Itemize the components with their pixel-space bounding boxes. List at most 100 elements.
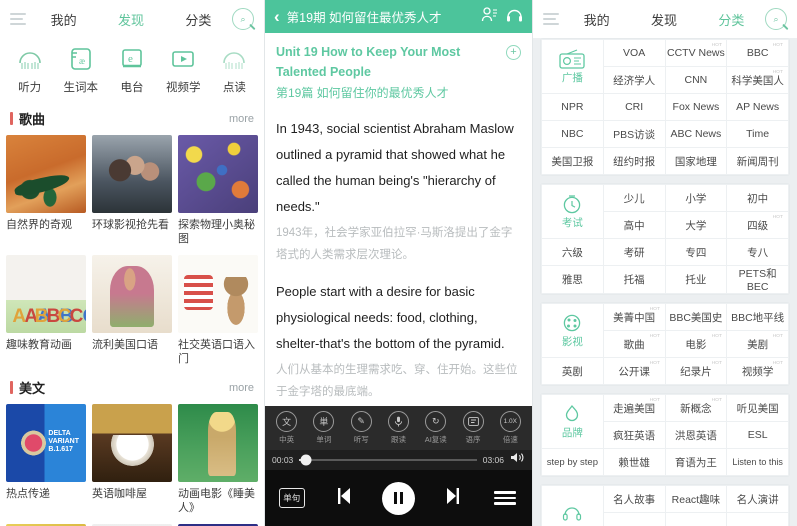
category-cell[interactable]: 电影 HOT <box>664 330 728 358</box>
nav-item-discover[interactable]: 发现 <box>97 10 164 29</box>
category-cell[interactable]: 名人演讲 <box>726 485 789 513</box>
group-label-cell[interactable]: 品牌 <box>541 394 604 449</box>
playlist-button[interactable] <box>479 488 532 507</box>
content-card[interactable]: 趣味教育动画 <box>6 255 86 366</box>
category-cell[interactable]: 科学美国人 HOT <box>726 66 789 94</box>
pause-button[interactable] <box>372 481 425 515</box>
section-more-link[interactable]: more <box>229 382 254 394</box>
category-cell[interactable]: Time <box>726 120 789 148</box>
category-cell[interactable]: 初中 <box>726 184 789 212</box>
category-cell[interactable]: NBC <box>541 120 604 148</box>
quick-item-listening[interactable]: 听力 <box>4 44 55 95</box>
person-note-icon[interactable] <box>481 6 498 28</box>
category-cell[interactable]: 育语为王 <box>664 448 728 476</box>
search-icon[interactable]: ⌕ <box>764 8 787 30</box>
category-cell[interactable]: 大学 <box>664 211 728 239</box>
category-cell[interactable]: 疯狂英语 <box>602 421 666 449</box>
group-label-cell[interactable] <box>541 485 604 526</box>
category-cell[interactable]: 听见美国 <box>726 394 789 422</box>
seek-slider[interactable] <box>299 454 477 466</box>
category-cell[interactable] <box>664 512 728 526</box>
search-icon[interactable]: ⌕ <box>231 8 254 30</box>
quick-item-vocabulary[interactable]: æ 生词本 <box>55 44 106 95</box>
previous-button[interactable] <box>318 485 371 512</box>
category-cell[interactable]: Listen to this <box>726 448 789 476</box>
category-cell[interactable]: 考研 <box>602 238 666 266</box>
category-cell[interactable] <box>602 512 666 526</box>
nav-item-discover[interactable]: 发现 <box>630 10 697 29</box>
category-cell[interactable]: 四级 HOT <box>726 211 789 239</box>
next-button[interactable] <box>425 485 478 512</box>
nav-item-category[interactable]: 分类 <box>698 10 765 29</box>
category-cell[interactable]: ESL <box>726 421 789 449</box>
content-card[interactable]: 英语咖啡屋 <box>92 404 172 515</box>
category-cell[interactable]: React趣味 <box>664 485 728 513</box>
play-mode-button[interactable]: 单句 <box>265 488 318 508</box>
category-cell[interactable]: 歌曲 HOT <box>602 330 666 358</box>
seek-knob[interactable] <box>300 454 312 466</box>
tool-word-order[interactable]: 语序 <box>454 411 491 445</box>
category-cell[interactable]: 纽约时报 <box>602 147 666 175</box>
content-card[interactable]: 探索物理小奥秘图 <box>178 135 258 246</box>
category-cell[interactable]: 英剧 <box>541 357 604 385</box>
tool-bilingual[interactable]: 文 中英 <box>268 411 305 445</box>
category-cell[interactable]: step by step <box>541 448 604 476</box>
category-cell[interactable]: 名人故事 <box>602 485 666 513</box>
tool-ai-repeat[interactable]: ↻ AI复读 <box>417 411 454 445</box>
quick-item-video[interactable]: 视频学 <box>158 44 209 95</box>
category-cell[interactable]: CNN <box>664 66 728 94</box>
content-card[interactable]: 动画电影《睡美人》 <box>178 404 258 515</box>
tool-word[interactable]: 単 单词 <box>305 411 342 445</box>
category-cell[interactable]: 走遍美国 HOT <box>602 394 666 422</box>
category-cell[interactable]: ABC News <box>664 120 728 148</box>
content-card[interactable]: 社交英语口语入门 <box>178 255 258 366</box>
category-cell[interactable]: 新概念 HOT <box>664 394 728 422</box>
category-cell[interactable]: 专八 <box>726 238 789 266</box>
paragraph-en[interactable]: In 1943, social scientist Abraham Maslow… <box>276 116 521 220</box>
category-cell[interactable]: AP News <box>726 93 789 121</box>
category-cell[interactable]: 视频学 HOT <box>726 357 789 385</box>
category-cell[interactable]: 新闻周刊 <box>726 147 789 175</box>
category-cell[interactable]: 雅思 <box>541 265 604 294</box>
group-label-cell[interactable]: 广播 <box>541 39 604 94</box>
nav-item-mine[interactable]: 我的 <box>563 10 630 29</box>
tool-speed[interactable]: 1.0X 倍速 <box>492 411 529 445</box>
category-cell[interactable]: 国家地理 <box>664 147 728 175</box>
category-cell[interactable]: BBC美国史 <box>664 303 728 331</box>
category-cell[interactable]: CCTV News HOT <box>664 39 728 67</box>
category-cell[interactable]: BBC地平线 <box>726 303 789 331</box>
quick-item-radio[interactable]: e 电台 <box>106 44 157 95</box>
category-cell[interactable]: 小学 <box>664 184 728 212</box>
group-label-cell[interactable]: 考试 <box>541 184 604 239</box>
category-cell[interactable]: 纪录片 HOT <box>664 357 728 385</box>
section-more-link[interactable]: more <box>229 113 254 125</box>
category-cell[interactable]: 美剧 HOT <box>726 330 789 358</box>
content-card[interactable]: 自然界的奇观 <box>6 135 86 246</box>
group-label-cell[interactable]: 影视 <box>541 303 604 358</box>
category-cell[interactable]: 高中 <box>602 211 666 239</box>
category-cell[interactable]: PETS和BEC <box>726 265 789 294</box>
content-card[interactable]: 热点传递 <box>6 404 86 515</box>
content-card[interactable]: 环球影视抢先看 <box>92 135 172 246</box>
nav-item-mine[interactable]: 我的 <box>30 10 97 29</box>
category-cell[interactable]: NPR <box>541 93 604 121</box>
quick-item-pointread[interactable]: 点读 <box>209 44 260 95</box>
category-cell[interactable]: Fox News <box>664 93 728 121</box>
category-cell[interactable] <box>726 512 789 526</box>
hamburger-icon[interactable] <box>10 13 30 25</box>
hamburger-icon[interactable] <box>543 13 563 25</box>
category-cell[interactable]: 美国卫报 <box>541 147 604 175</box>
category-cell[interactable]: BBC HOT <box>726 39 789 67</box>
category-cell[interactable]: 六级 <box>541 238 604 266</box>
nav-item-category[interactable]: 分类 <box>165 10 232 29</box>
paragraph-en[interactable]: People start with a desire for basic phy… <box>276 279 521 357</box>
volume-icon[interactable] <box>510 451 525 469</box>
tool-follow-read[interactable]: 跟读 <box>380 411 417 445</box>
category-cell[interactable]: 洪恩英语 <box>664 421 728 449</box>
tool-dictation[interactable]: ✎ 听写 <box>343 411 380 445</box>
category-cell[interactable]: 公开课 HOT <box>602 357 666 385</box>
category-cell[interactable]: 托业 <box>664 265 728 294</box>
headphone-icon[interactable] <box>506 6 523 28</box>
category-cell[interactable]: 少儿 <box>602 184 666 212</box>
category-cell[interactable]: CRI <box>602 93 666 121</box>
